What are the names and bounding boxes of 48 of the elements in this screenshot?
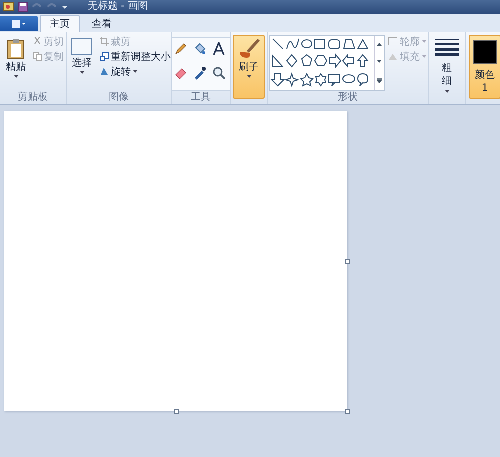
color-1-button[interactable]: 颜色 1 [469,35,500,99]
window-title: 无标题 - 画图 [88,1,148,13]
resize-handle[interactable] [345,259,350,264]
group-label: 形状 [338,91,358,104]
selection-rectangle-icon [71,38,93,56]
menu-icon [11,20,27,28]
magnifier-icon[interactable] [212,66,226,80]
caret-icon [444,90,450,93]
copy-icon [33,52,42,61]
clipboard-icon [7,38,25,60]
resize-icon [100,52,109,61]
resize-handle[interactable] [345,409,350,414]
caret-icon [246,75,252,78]
expand-icon[interactable] [377,78,382,83]
file-menu-button[interactable] [0,16,38,31]
brush-icon [237,38,261,60]
paint-app-icon [3,1,15,13]
select-button[interactable]: 选择 [67,35,97,77]
line-width-icon [435,38,459,56]
size-button[interactable]: 粗细 [431,35,463,96]
brushes-button[interactable]: 刷子 [233,35,265,99]
group-label: 工具 [191,91,211,104]
caret-icon [422,55,427,58]
color-picker-icon[interactable] [193,66,207,80]
caret-icon [80,71,84,74]
fill-bucket-icon[interactable] [193,42,207,56]
resize-handle[interactable] [174,409,179,414]
dropdown-icon[interactable] [61,3,69,11]
fill-icon [388,52,398,61]
caret-icon [422,40,427,43]
pencil-icon[interactable] [174,42,188,56]
ribbon-tab[interactable]: 查看 [82,15,122,32]
group-label: 图像 [109,91,129,104]
crop-icon [100,37,109,46]
caret-icon [133,70,138,73]
outline-icon [388,37,398,46]
caret-icon [14,75,18,78]
rotate-icon [100,67,109,76]
save-icon[interactable] [18,2,28,12]
ribbon-tab[interactable]: 主页 [40,15,80,32]
text-tool-icon[interactable] [212,42,226,56]
resize-button[interactable]: 重新调整大小 [100,50,171,63]
paste-button[interactable]: 粘贴 [2,35,30,81]
rotate-button[interactable]: 旋转 [100,65,171,78]
scroll-up-icon[interactable] [377,43,382,46]
group-label: 剪贴板 [18,91,48,104]
scroll-down-icon[interactable] [377,60,382,64]
scissors-icon [33,37,42,46]
